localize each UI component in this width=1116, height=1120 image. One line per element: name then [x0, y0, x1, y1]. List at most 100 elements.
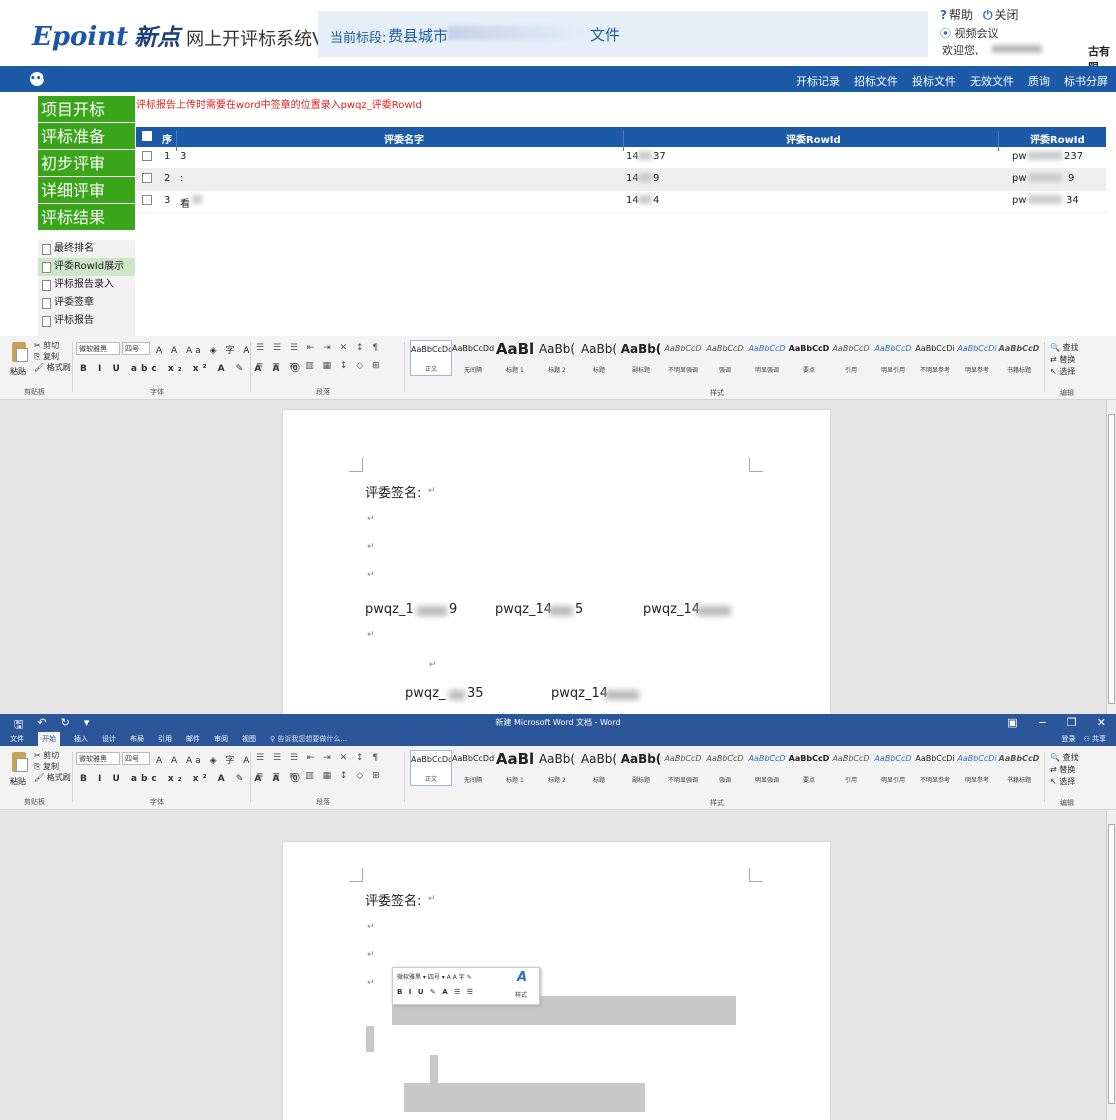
style-heading2[interactable]: AaBb(标题 2 — [536, 750, 578, 786]
mini-format-row[interactable]: B I U ✎ A ☰ ☰ — [397, 988, 475, 996]
sub-rowid-display[interactable]: 评委RowId展示 — [38, 258, 135, 276]
style-intense-quote[interactable]: AaBbCcD 明显引用 — [872, 340, 914, 376]
style-book-title[interactable]: AaBbCcD 书籍标题 — [998, 340, 1040, 376]
vertical-scrollbar-1[interactable] — [1106, 400, 1116, 714]
align-buttons[interactable]: ≡ ≡ ≡ ▥ ▦ ↕ ◇ ⊞ — [256, 361, 383, 371]
sub-signature[interactable]: 评委签章 — [38, 294, 135, 312]
nav-bid-file[interactable]: 投标文件 — [912, 73, 956, 89]
tab-layout[interactable]: 布局 — [130, 734, 144, 746]
style-strong[interactable]: AaBbCcD 要点 — [788, 340, 830, 376]
table-row[interactable]: 2 : 14 9 pw 9 — [136, 169, 1106, 191]
sub-final-ranking[interactable]: 最终排名 — [38, 240, 135, 258]
format-painter-button[interactable]: 🖌 格式刷 — [34, 772, 71, 783]
style-intense-quote[interactable]: AaBbCcD 明显引用 — [872, 750, 914, 786]
tab-view[interactable]: 视图 — [242, 734, 256, 746]
sub-report-entry[interactable]: 评标报告录入 — [38, 276, 135, 294]
tab-insert[interactable]: 插入 — [74, 734, 88, 746]
style-book-title[interactable]: AaBbCcD 书籍标题 — [998, 750, 1040, 786]
close-link[interactable]: ⏻ 关闭 — [983, 6, 1019, 23]
scroll-thumb[interactable] — [1108, 414, 1115, 704]
row-checkbox[interactable] — [142, 151, 152, 161]
select-all-checkbox[interactable] — [142, 131, 152, 141]
row-checkbox[interactable] — [142, 173, 152, 183]
nav-opening-record[interactable]: 开标记录 — [796, 73, 840, 89]
mini-styles-icon[interactable]: A — [517, 970, 527, 985]
tab-review[interactable]: 审阅 — [214, 734, 228, 746]
table-row[interactable]: 3 看 14 4 pw 34 — [136, 191, 1106, 213]
menu-evaluation-prep[interactable]: 评标准备 — [38, 123, 135, 150]
tab-home[interactable]: 开始 — [38, 732, 60, 746]
tab-design[interactable]: 设计 — [102, 734, 116, 746]
style-heading1[interactable]: AaBl 标题 1 — [494, 750, 536, 786]
style-subtitle[interactable]: AaBb(副标题 — [620, 750, 662, 786]
nav-invalid-file[interactable]: 无效文件 — [970, 73, 1014, 89]
style-emphasis[interactable]: AaBbCcD 强调 — [704, 340, 746, 376]
menu-detailed-review[interactable]: 详细评审 — [38, 177, 135, 204]
style-normal[interactable]: AaBbCcDd 正文 — [410, 340, 452, 376]
font-size-select[interactable]: 四号 — [122, 342, 150, 355]
copy-button[interactable]: ⎘ 复制 — [34, 351, 71, 362]
style-subtle-emphasis[interactable]: AaBbCcD 不明显强调 — [662, 750, 704, 786]
restore-icon[interactable]: ❐ — [1067, 716, 1077, 729]
document-page-1[interactable]: 评委签名: ↵ ↵ ↵ ↵ pwqz_1 9 pwqz_14 5 pwqz_14… — [283, 410, 830, 714]
style-no-spacing[interactable]: AaBbCcDd 无间隔 — [452, 340, 494, 376]
find-button[interactable]: 🔍 查找 — [1050, 342, 1079, 354]
style-subtitle[interactable]: AaBb(副标题 — [620, 340, 662, 376]
style-intense-emphasis[interactable]: AaBbCcD 明显强调 — [746, 750, 788, 786]
style-subtle-reference[interactable]: AaBbCcDi 不明显参考 — [914, 340, 956, 376]
mini-font[interactable]: 微软雅黑 — [397, 974, 421, 981]
font-family-select[interactable]: 微软雅黑 — [76, 752, 120, 765]
style-intense-reference[interactable]: AaBbCcDi 明显参考 — [956, 340, 998, 376]
mini-size[interactable]: 四号 — [428, 974, 440, 981]
style-emphasis[interactable]: AaBbCcD 强调 — [704, 750, 746, 786]
close-window-icon[interactable]: ✕ — [1097, 716, 1106, 729]
minimize-icon[interactable]: − — [1038, 716, 1047, 729]
table-row[interactable]: 1 3 14 37 pw 237 — [136, 147, 1106, 169]
style-title[interactable]: AaBb(标题 — [578, 340, 620, 376]
style-quote[interactable]: AaBbCcD 引用 — [830, 340, 872, 376]
mini-font-row[interactable]: 微软雅黑 ▾ 四号 ▾ A A 字 ✎ — [397, 972, 472, 981]
style-intense-emphasis[interactable]: AaBbCcD 明显强调 — [746, 340, 788, 376]
font-size-buttons[interactable]: A A Aa ◈ 字 A — [156, 753, 252, 766]
cut-button[interactable]: ✂ 剪切 — [34, 340, 71, 351]
vertical-scrollbar-2[interactable] — [1106, 810, 1116, 1120]
tab-mailings[interactable]: 邮件 — [186, 734, 200, 746]
video-meeting-link[interactable]: ⦿ 视频会议 — [940, 28, 999, 40]
style-subtle-emphasis[interactable]: AaBbCcD 不明显强调 — [662, 340, 704, 376]
sub-report[interactable]: 评标报告 — [38, 312, 135, 330]
paste-button[interactable] — [8, 750, 30, 778]
tab-references[interactable]: 引用 — [158, 734, 172, 746]
align-buttons[interactable]: ≡ ≡ ≡ ▥ ▦ ↕ ◇ ⊞ — [256, 771, 383, 781]
cut-button[interactable]: ✂ 剪切 — [34, 750, 71, 761]
list-buttons[interactable]: ☰ ☰ ☰ ⇤ ⇥ ✕ ↕ ¶ — [256, 753, 381, 763]
menu-preliminary-review[interactable]: 初步评审 — [38, 150, 135, 177]
login-link[interactable]: 登录 — [1061, 734, 1075, 744]
nav-inquiry[interactable]: 质询 — [1028, 73, 1050, 89]
chat-icon[interactable]: ••• — [30, 72, 47, 86]
menu-evaluation-result[interactable]: 评标结果 — [38, 204, 135, 231]
nav-tender-file[interactable]: 招标文件 — [854, 73, 898, 89]
list-buttons[interactable]: ☰ ☰ ☰ ⇤ ⇥ ✕ ↕ ¶ — [256, 343, 381, 353]
tab-file[interactable]: 文件 — [10, 734, 24, 746]
style-quote[interactable]: AaBbCcD 引用 — [830, 750, 872, 786]
share-button[interactable]: ⚇ 共享 — [1083, 734, 1106, 744]
style-no-spacing[interactable]: AaBbCcDd 无间隔 — [452, 750, 494, 786]
document-page-2[interactable]: 评委签名: ↵ ↵ ↵ ↵ — [283, 842, 830, 1120]
row-checkbox[interactable] — [142, 195, 152, 205]
font-family-select[interactable]: 微软雅黑 — [76, 342, 120, 355]
style-heading1[interactable]: AaBl 标题 1 — [494, 340, 536, 376]
select-button[interactable]: ↖ 选择 — [1050, 776, 1079, 788]
replace-button[interactable]: ⇄ 替换 — [1050, 764, 1079, 776]
help-link[interactable]: ? 帮助 — [940, 6, 973, 23]
style-normal[interactable]: AaBbCcDd 正文 — [410, 750, 452, 786]
paste-button[interactable] — [8, 340, 30, 368]
copy-button[interactable]: ⎘ 复制 — [34, 761, 71, 772]
font-size-select[interactable]: 四号 — [122, 752, 150, 765]
font-size-buttons[interactable]: A A Aa ◈ 字 A — [156, 343, 252, 356]
nav-split-screen[interactable]: 标书分屏 — [1064, 73, 1108, 89]
select-button[interactable]: ↖ 选择 — [1050, 366, 1079, 378]
menu-project-opening[interactable]: 项目开标 — [38, 96, 135, 123]
style-strong[interactable]: AaBbCcD 要点 — [788, 750, 830, 786]
style-subtle-reference[interactable]: AaBbCcDi 不明显参考 — [914, 750, 956, 786]
style-title[interactable]: AaBb(标题 — [578, 750, 620, 786]
